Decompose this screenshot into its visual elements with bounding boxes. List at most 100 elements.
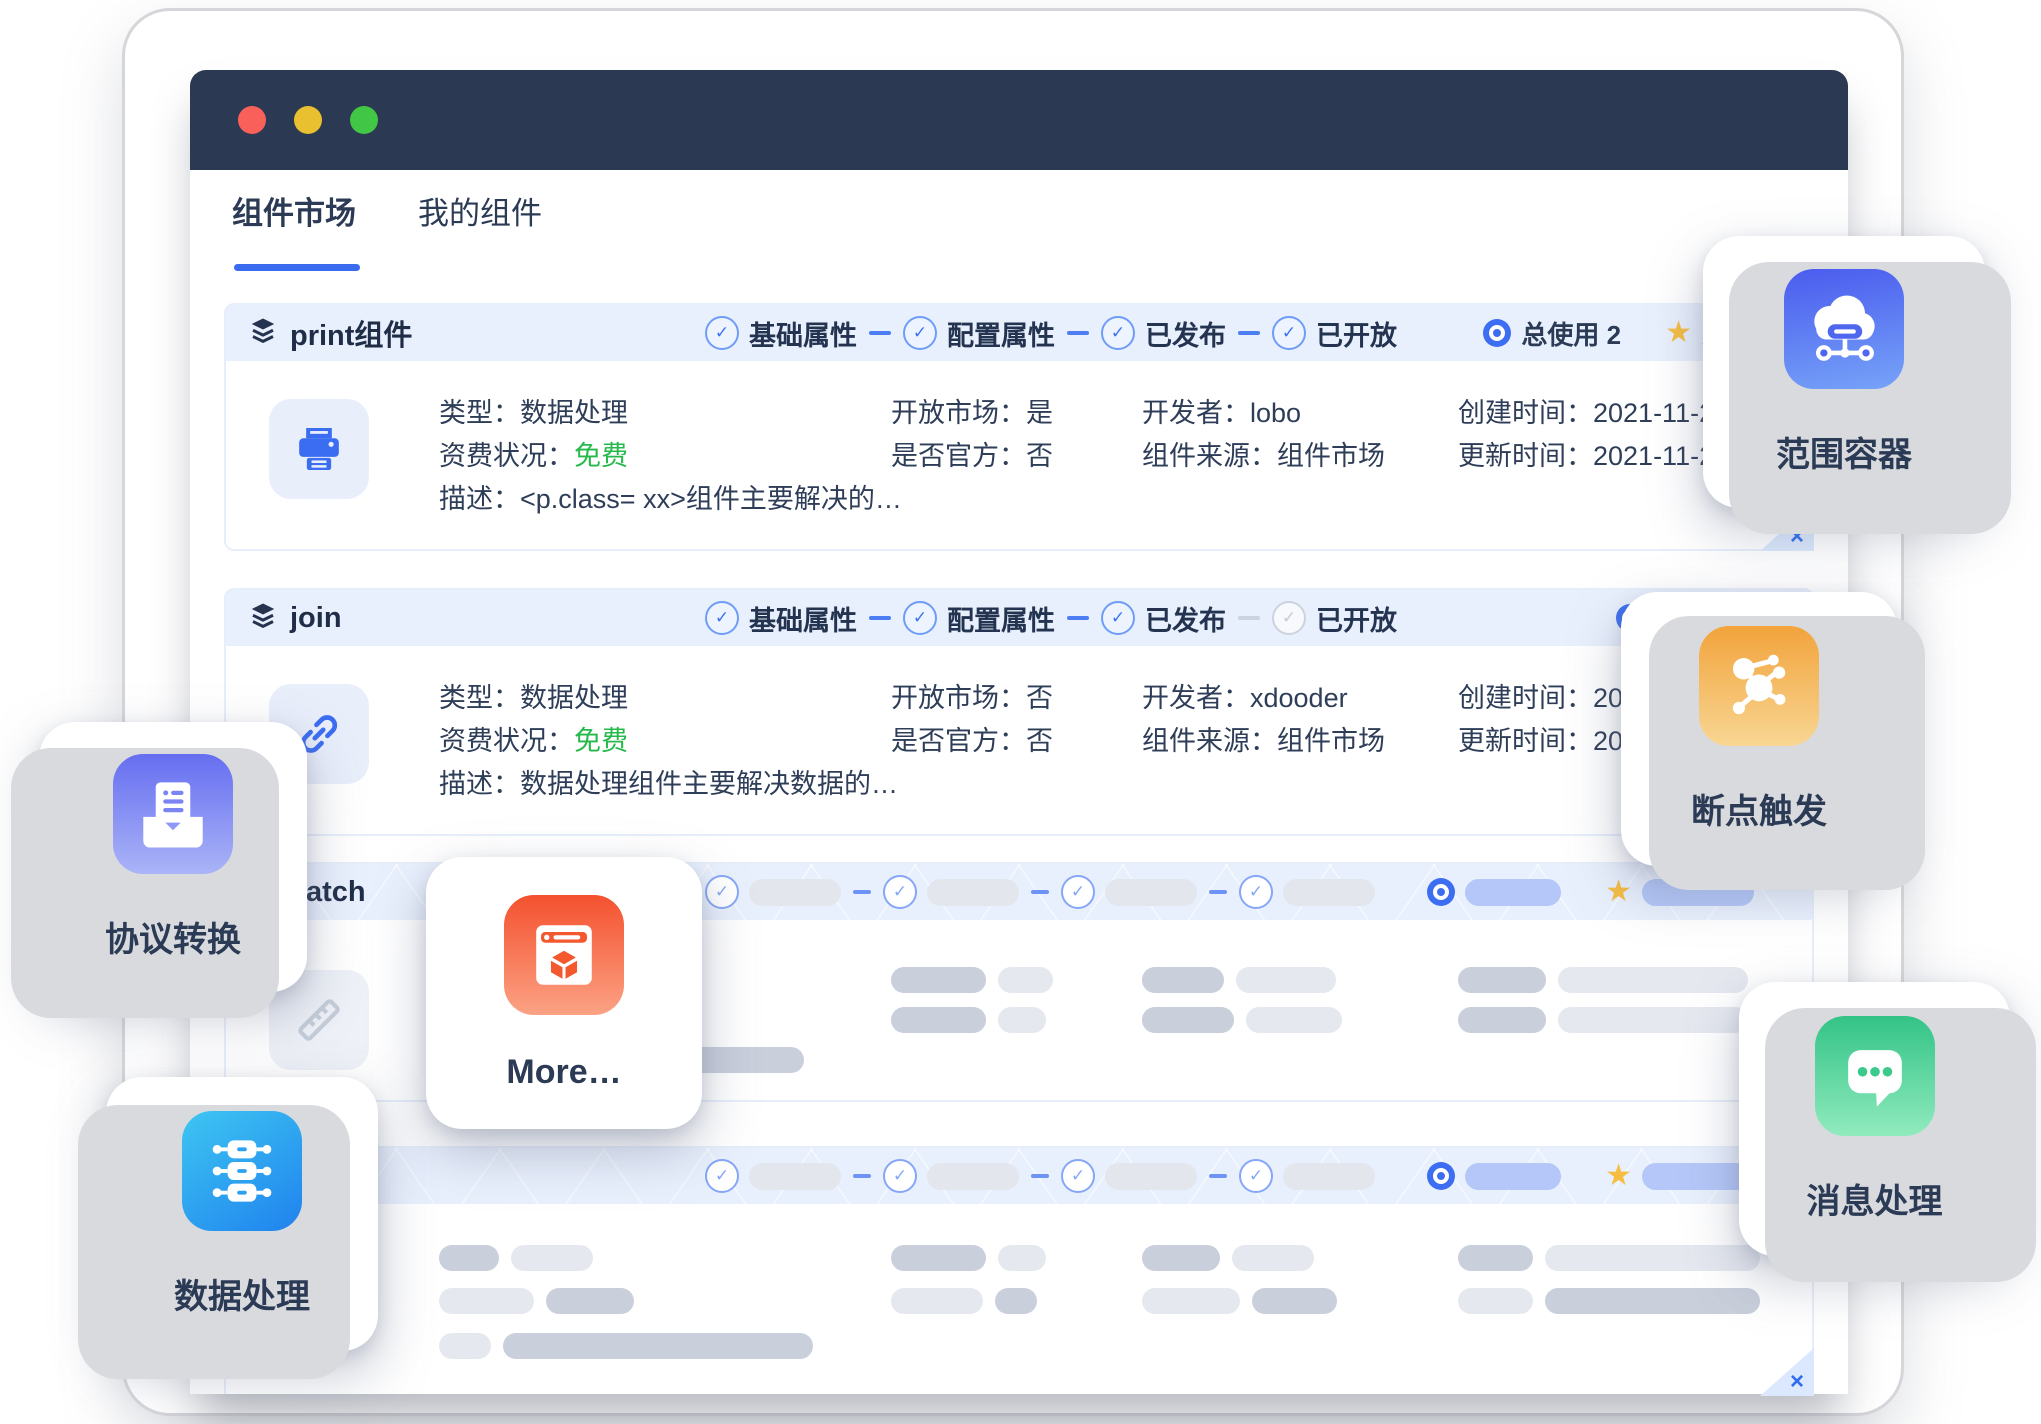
card-fields-market: 开放市场：是 是否官方：否: [891, 397, 1053, 483]
skeleton-row: [1142, 1288, 1337, 1314]
data-flow-icon: [182, 1111, 302, 1231]
step-connector: [1067, 331, 1089, 335]
step-connector: [1209, 890, 1227, 894]
floating-card-range-container[interactable]: 范围容器: [1703, 236, 1985, 508]
skeleton-pill: [1283, 879, 1375, 906]
step-published: ✓已发布: [1101, 314, 1226, 353]
layers-icon: [248, 316, 278, 351]
check-icon: ✓: [1101, 601, 1135, 635]
card-body: 类型：数据处理 资费状况：免费 描述：<p.class= xx>组件主要解决的……: [226, 361, 1812, 551]
field-official: 是否官方：否: [891, 725, 1053, 758]
step-connector: [1238, 331, 1260, 335]
check-icon: ✓: [1239, 875, 1273, 909]
floating-card-label: 断点触发: [1691, 784, 1827, 833]
step-connector: [1031, 1174, 1049, 1178]
skeleton-pill: [927, 1163, 1019, 1190]
floating-card-label: More…: [506, 1053, 621, 1092]
card-header: ✓ ✓ ✓ ✓ ★: [226, 1148, 1812, 1204]
card-title: print组件: [290, 312, 412, 354]
component-card-join[interactable]: join ✓基础属性 ✓配置属性 ✓已发布 ✓已开放 总使用 6: [224, 588, 1814, 836]
step-connector: [1238, 616, 1260, 620]
skeleton-row: [891, 1245, 1046, 1271]
skeleton-pill: [749, 1163, 841, 1190]
card-fields-dev: 开发者：lobo 组件来源：组件市场: [1142, 397, 1385, 483]
skeleton-row: [1458, 1007, 1748, 1033]
step-connector: [1031, 890, 1049, 894]
usage-counter: 总使用 2: [1483, 315, 1621, 352]
skeleton-row: [1142, 967, 1336, 993]
status-steps-skeleton: ✓ ✓ ✓ ✓: [705, 875, 1375, 909]
skeleton-row: [1142, 1245, 1314, 1271]
step-published: ✓已发布: [1101, 599, 1226, 638]
skeleton-pill: [927, 879, 1019, 906]
window-content: 组件市场 我的组件 p: [190, 170, 1848, 1394]
check-icon: ✓: [1101, 316, 1135, 350]
tab-label: 组件市场: [232, 196, 356, 231]
skeleton-pill: [1465, 879, 1561, 906]
close-window-dot[interactable]: [238, 106, 266, 134]
field-official: 是否官方：否: [891, 440, 1053, 473]
floating-card-breakpoint-trigger[interactable]: 断点触发: [1621, 592, 1897, 866]
zoom-window-dot[interactable]: [350, 106, 378, 134]
page: 组件市场 我的组件 p: [0, 0, 2041, 1424]
skeleton-row: [891, 1007, 1046, 1033]
skeleton-row: [891, 967, 1053, 993]
field-desc: 描述：<p.class= xx>组件主要解决的…: [439, 483, 902, 516]
component-card-skeleton[interactable]: ✓ ✓ ✓ ✓ ★: [224, 1146, 1814, 1394]
star-icon: ★: [1665, 318, 1692, 348]
step-connector: [869, 331, 891, 335]
skeleton-row: [439, 1333, 813, 1359]
floating-card-message-processing[interactable]: 消息处理: [1739, 982, 2010, 1256]
card-header: join ✓基础属性 ✓配置属性 ✓已发布 ✓已开放 总使用 6: [226, 590, 1812, 646]
fee-free-value: 免费: [574, 441, 628, 471]
window-cube-icon: [504, 895, 624, 1015]
step-connector: [1067, 616, 1089, 620]
skeleton-pill: [1283, 1163, 1375, 1190]
check-icon: ✓: [903, 601, 937, 635]
chat-bubble-icon: [1815, 1016, 1935, 1136]
usage-icon: [1427, 878, 1455, 906]
active-tab-underline: [234, 264, 360, 271]
skeleton-pill: [1465, 1163, 1561, 1190]
component-card-print[interactable]: print组件 ✓基础属性 ✓配置属性 ✓已发布 ✓已开放 总使用 2 ★总评: [224, 303, 1814, 551]
skeleton-row: [1458, 967, 1748, 993]
check-icon: ✓: [1239, 1159, 1273, 1193]
star-icon: ★: [1605, 877, 1632, 907]
floating-card-label: 数据处理: [174, 1269, 310, 1318]
card-fields-main: 类型：数据处理 资费状况：免费 描述：数据处理组件主要解决数据的…: [439, 682, 898, 811]
card-body: 类型：数据处理 资费状况：免费 描述：数据处理组件主要解决数据的… 开放市场：否…: [226, 646, 1812, 836]
layers-icon: [248, 601, 278, 636]
skeleton-pill: [1105, 1163, 1197, 1190]
status-steps-skeleton: ✓ ✓ ✓ ✓: [705, 1159, 1375, 1193]
skeleton-row: [891, 1288, 1037, 1314]
floating-card-more[interactable]: More…: [426, 857, 702, 1129]
skeleton-row: [439, 1245, 593, 1271]
check-icon: ✓: [1272, 316, 1306, 350]
check-icon: ✓: [883, 1159, 917, 1193]
skeleton-row: [1458, 1245, 1760, 1271]
card-fields-main: 类型：数据处理 资费状况：免费 描述：<p.class= xx>组件主要解决的…: [439, 397, 902, 526]
field-desc: 描述：数据处理组件主要解决数据的…: [439, 768, 898, 801]
printer-icon: [269, 399, 369, 499]
floating-card-protocol-conversion[interactable]: 协议转换: [39, 722, 307, 992]
field-open: 开放市场：否: [891, 682, 1053, 715]
step-open: ✓已开放: [1272, 599, 1397, 638]
floating-card-data-processing[interactable]: 数据处理: [106, 1077, 378, 1351]
tab-my-components[interactable]: 我的组件: [418, 192, 542, 236]
card-title: join: [290, 602, 342, 635]
step-connector: [1209, 1174, 1227, 1178]
card-title: atch: [306, 876, 366, 909]
window-titlebar: [190, 70, 1848, 170]
step-basic: ✓基础属性: [705, 314, 857, 353]
field-source: 组件来源：组件市场: [1142, 725, 1385, 758]
step-open: ✓已开放: [1272, 314, 1397, 353]
check-icon: ✓: [705, 875, 739, 909]
tab-component-market[interactable]: 组件市场: [232, 192, 356, 236]
card-header: print组件 ✓基础属性 ✓配置属性 ✓已发布 ✓已开放 总使用 2 ★总评: [226, 305, 1812, 361]
skeleton-pill: [1642, 1163, 1754, 1190]
step-config: ✓配置属性: [903, 314, 1055, 353]
tab-bar: 组件市场 我的组件: [232, 192, 542, 236]
field-developer: 开发者：lobo: [1142, 397, 1385, 430]
card-fields-market: 开放市场：否 是否官方：否: [891, 682, 1053, 768]
minimize-window-dot[interactable]: [294, 106, 322, 134]
